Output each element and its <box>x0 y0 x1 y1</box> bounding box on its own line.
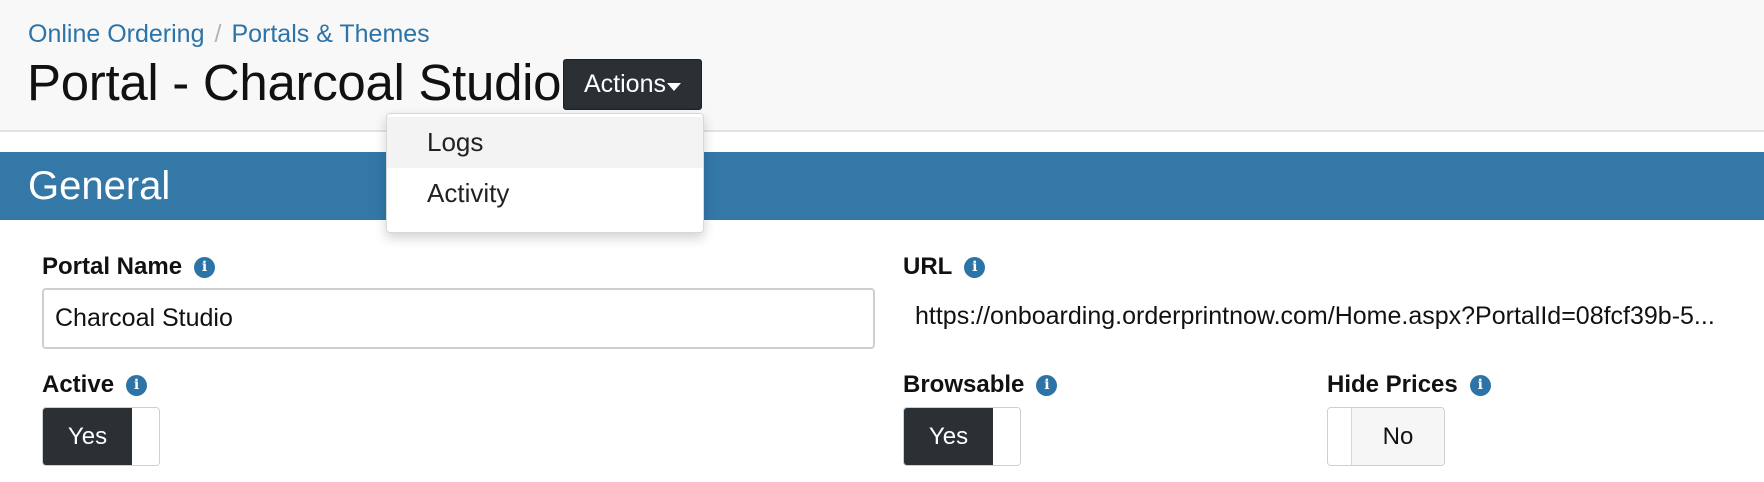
browsable-label: Browsable <box>903 371 1025 398</box>
hide-prices-label: Hide Prices <box>1327 371 1458 398</box>
browsable-label-row: Browsable i <box>903 371 1058 399</box>
actions-dropdown-button[interactable]: Actions <box>563 59 702 110</box>
breadcrumb-portals-themes[interactable]: Portals & Themes <box>231 18 429 50</box>
portal-name-label: Portal Name <box>42 253 183 280</box>
portal-name-input[interactable] <box>42 288 875 349</box>
actions-button-label: Actions <box>584 70 666 98</box>
menu-item-activity[interactable]: Activity <box>387 168 703 219</box>
hide-prices-toggle-value: No <box>1352 408 1444 465</box>
toggle-knob <box>993 408 1020 465</box>
section-title: General <box>28 164 171 208</box>
menu-item-logs[interactable]: Logs <box>387 117 703 168</box>
breadcrumb-online-ordering[interactable]: Online Ordering <box>28 18 204 50</box>
section-header-general: General <box>0 152 1764 220</box>
page: Online Ordering / Portals & Themes Porta… <box>0 0 1764 482</box>
breadcrumb-separator: / <box>214 20 222 48</box>
url-label: URL <box>903 253 953 280</box>
info-icon[interactable]: i <box>964 256 986 278</box>
active-label: Active <box>42 371 115 398</box>
portal-name-label-row: Portal Name i <box>42 253 216 281</box>
toggle-knob <box>1328 408 1352 465</box>
info-icon[interactable]: i <box>1036 374 1058 396</box>
hide-prices-toggle[interactable]: No <box>1327 407 1445 466</box>
active-toggle-value: Yes <box>43 408 132 465</box>
browsable-toggle[interactable]: Yes <box>903 407 1021 466</box>
active-label-row: Active i <box>42 371 148 399</box>
caret-down-icon <box>666 82 681 91</box>
page-header: Online Ordering / Portals & Themes Porta… <box>0 0 1764 132</box>
url-value: https://onboarding.orderprintnow.com/Hom… <box>915 302 1715 330</box>
info-icon[interactable]: i <box>126 374 148 396</box>
hide-prices-label-row: Hide Prices i <box>1327 371 1491 399</box>
info-icon[interactable]: i <box>1469 374 1491 396</box>
active-toggle[interactable]: Yes <box>42 407 160 466</box>
toggle-knob <box>132 408 159 465</box>
browsable-toggle-value: Yes <box>904 408 993 465</box>
page-title: Portal - Charcoal Studio <box>27 54 562 111</box>
actions-dropdown-menu: Logs Activity <box>386 113 704 233</box>
info-icon[interactable]: i <box>194 256 216 278</box>
url-label-row: URL i <box>903 253 986 281</box>
breadcrumb: Online Ordering / Portals & Themes <box>28 18 430 50</box>
